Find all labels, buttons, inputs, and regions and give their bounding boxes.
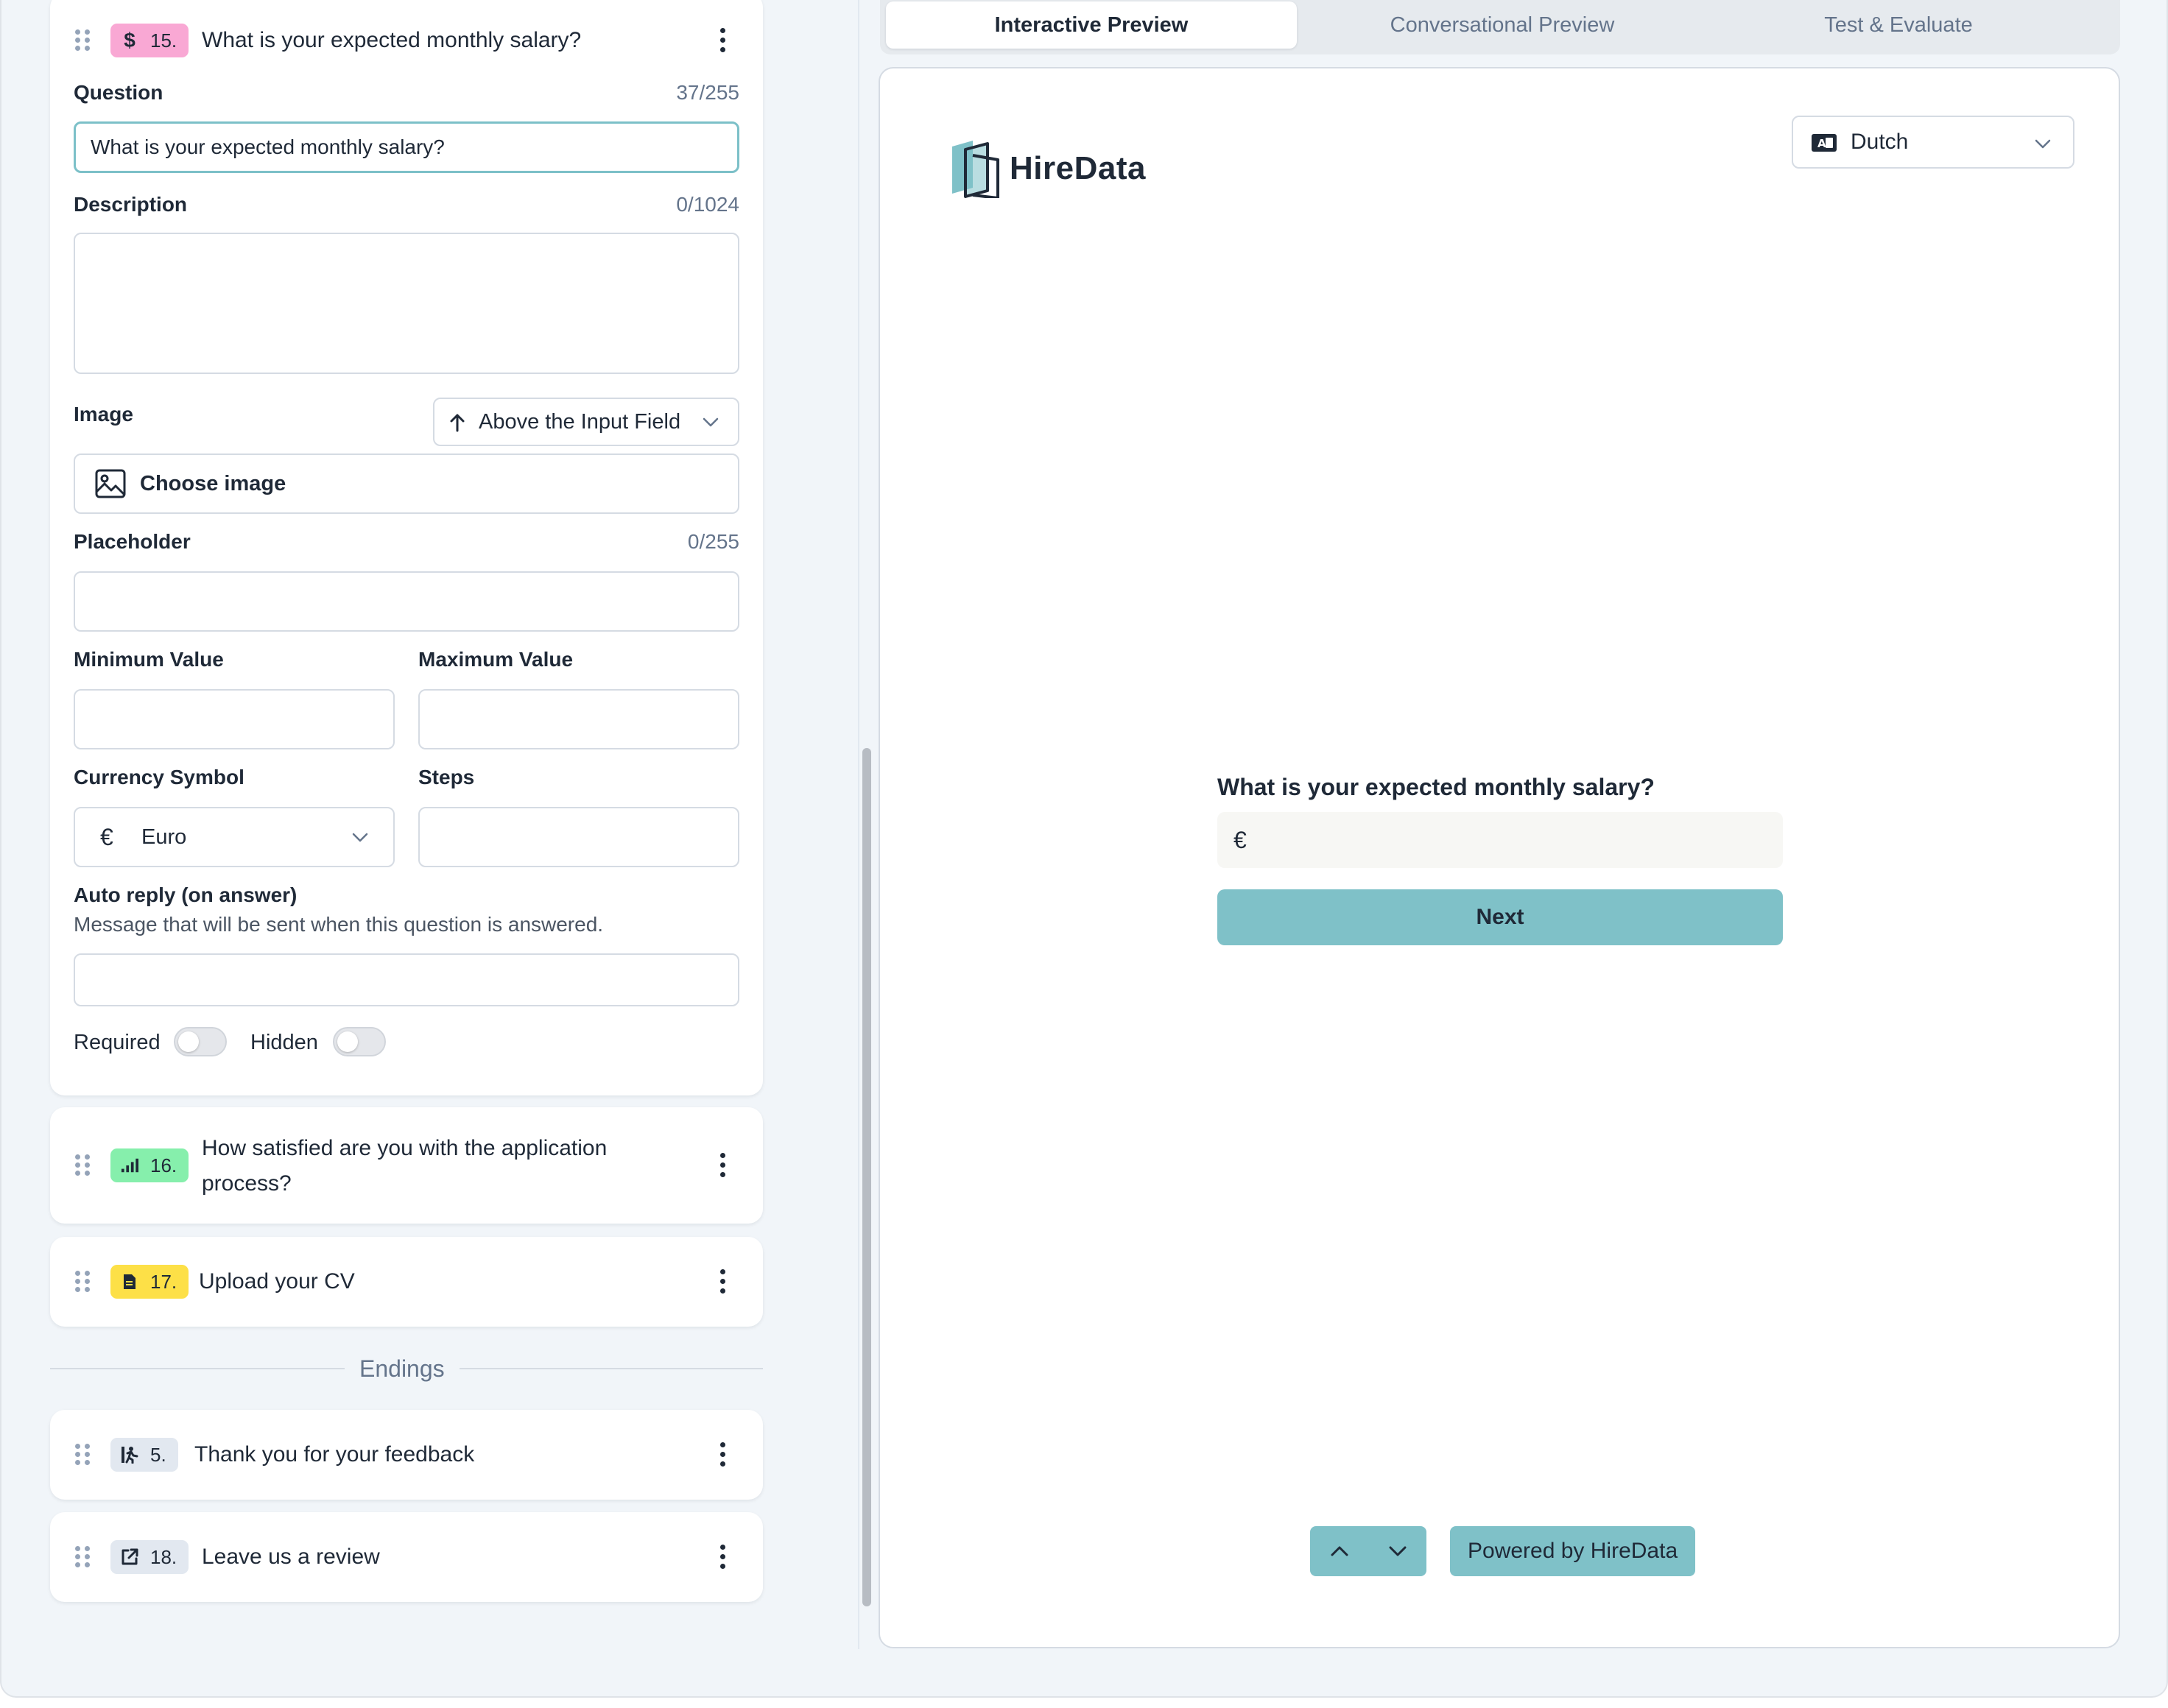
hidden-label: Hidden <box>250 1031 318 1054</box>
choose-image-button[interactable]: Choose image <box>74 454 739 514</box>
endings-heading: Endings <box>345 1353 460 1384</box>
tab-test-evaluate[interactable]: Test & Evaluate <box>1708 1 2089 49</box>
description-label: Description <box>74 193 188 216</box>
question-card-title[interactable]: How satisfied are you with the applicati… <box>202 1131 607 1166</box>
ending-card[interactable]: 18. Leave us a review <box>50 1512 763 1602</box>
image-label: Image <box>74 403 133 426</box>
next-button[interactable]: Next <box>1217 889 1783 945</box>
chevron-down-icon <box>703 417 719 427</box>
description-char-count: 0/1024 <box>676 193 739 216</box>
salary-input[interactable]: € <box>1217 812 1783 868</box>
image-position-select[interactable]: Above the Input Field <box>433 398 739 446</box>
question-card[interactable]: 16. How satisfied are you with the appli… <box>50 1107 763 1224</box>
drag-handle-icon[interactable] <box>75 1271 90 1293</box>
scrollbar[interactable] <box>862 748 871 1606</box>
tab-conversational-preview[interactable]: Conversational Preview <box>1297 1 1708 49</box>
language-icon: A <box>1812 134 1837 152</box>
chevron-down-icon <box>2035 139 2051 149</box>
panel-divider <box>858 0 859 1649</box>
arrow-up-icon <box>450 414 465 432</box>
language-value: Dutch <box>1851 130 1909 154</box>
drag-handle-icon[interactable] <box>75 1154 90 1176</box>
steps-label: Steps <box>418 766 475 788</box>
auto-reply-help-text: Message that will be sent when this ques… <box>74 913 604 936</box>
question-char-count: 37/255 <box>676 81 739 104</box>
image-icon <box>95 469 126 498</box>
question-navigation <box>1310 1526 1426 1576</box>
required-label: Required <box>74 1031 161 1054</box>
question-type-badge: $ 15. <box>110 24 189 57</box>
ending-number: 18. <box>150 1545 177 1568</box>
steps-input[interactable] <box>418 807 739 867</box>
preview-question-title: What is your expected monthly salary? <box>1217 774 1655 800</box>
auto-reply-label: Auto reply (on answer) <box>74 883 298 906</box>
minimum-value-label: Minimum Value <box>74 648 224 671</box>
currency-symbol: € <box>1233 827 1247 853</box>
more-options-icon[interactable] <box>719 1153 726 1178</box>
language-select[interactable]: A Dutch <box>1792 116 2074 169</box>
ending-number: 5. <box>150 1443 166 1466</box>
drag-handle-icon[interactable] <box>75 1444 90 1466</box>
question-card-active: $ 15. What is your expected monthly sala… <box>50 0 763 1095</box>
chevron-down-icon <box>352 833 368 842</box>
more-options-icon[interactable] <box>719 1442 726 1467</box>
currency-symbol-select[interactable]: € Euro <box>74 807 395 867</box>
euro-icon: € <box>100 824 113 850</box>
hiredata-logo-icon <box>952 141 999 198</box>
file-icon <box>121 1273 138 1291</box>
brand-name: HireData <box>1010 150 1146 186</box>
powered-by-badge[interactable]: Powered by HireData <box>1450 1526 1696 1576</box>
ending-card[interactable]: 5. Thank you for your feedback <box>50 1410 763 1500</box>
ending-type-badge: 18. <box>110 1540 189 1574</box>
more-options-icon[interactable] <box>719 1545 726 1570</box>
question-card-title-line2[interactable]: process? <box>202 1166 292 1201</box>
question-number: 17. <box>150 1270 177 1293</box>
external-link-icon <box>121 1548 138 1566</box>
maximum-value-label: Maximum Value <box>418 648 574 671</box>
question-type-badge: 17. <box>110 1265 189 1299</box>
tab-interactive-preview[interactable]: Interactive Preview <box>886 1 1297 49</box>
chevron-up-icon <box>1331 1546 1348 1556</box>
question-input[interactable]: What is your expected monthly salary? <box>74 121 739 173</box>
question-label: Question <box>74 81 163 104</box>
chevron-down-icon <box>1389 1546 1406 1556</box>
minimum-value-input[interactable] <box>74 689 395 749</box>
placeholder-input[interactable] <box>74 571 739 632</box>
placeholder-label: Placeholder <box>74 530 191 553</box>
exit-icon <box>121 1446 138 1464</box>
maximum-value-input[interactable] <box>418 689 739 749</box>
question-type-badge: 16. <box>110 1148 189 1182</box>
question-card-title[interactable]: What is your expected monthly salary? <box>202 23 581 58</box>
brand-logo: HireData <box>951 139 1146 198</box>
question-number: 16. <box>150 1154 177 1176</box>
required-toggle[interactable] <box>174 1027 227 1056</box>
drag-handle-icon[interactable] <box>75 1546 90 1568</box>
question-card[interactable]: 17. Upload your CV <box>50 1237 763 1327</box>
rating-bars-icon <box>121 1157 138 1174</box>
currency-symbol-label: Currency Symbol <box>74 766 244 788</box>
dollar-icon: $ <box>124 29 136 52</box>
ending-card-title[interactable]: Thank you for your feedback <box>194 1437 474 1472</box>
svg-text:A: A <box>1817 137 1826 150</box>
hidden-toggle[interactable] <box>333 1027 386 1056</box>
question-card-title[interactable]: Upload your CV <box>199 1264 355 1299</box>
description-textarea[interactable] <box>74 233 739 374</box>
drag-handle-icon[interactable] <box>75 29 90 52</box>
next-question-button[interactable] <box>1368 1526 1426 1576</box>
preview-tabs: Interactive Preview Conversational Previ… <box>880 0 2120 54</box>
form-preview: HireData A Dutch What is your expected m… <box>879 67 2120 1648</box>
questions-panel: $ 15. What is your expected monthly sala… <box>1 0 859 1649</box>
form-editor-app: $ 15. What is your expected monthly sala… <box>0 0 2168 1698</box>
previous-question-button[interactable] <box>1310 1526 1368 1576</box>
placeholder-char-count: 0/255 <box>687 530 739 553</box>
question-number: 15. <box>150 29 177 52</box>
ending-type-badge: 5. <box>110 1438 178 1472</box>
more-options-icon[interactable] <box>719 28 726 53</box>
auto-reply-input[interactable] <box>74 953 739 1006</box>
more-options-icon[interactable] <box>719 1269 726 1294</box>
ending-card-title[interactable]: Leave us a review <box>202 1539 380 1575</box>
